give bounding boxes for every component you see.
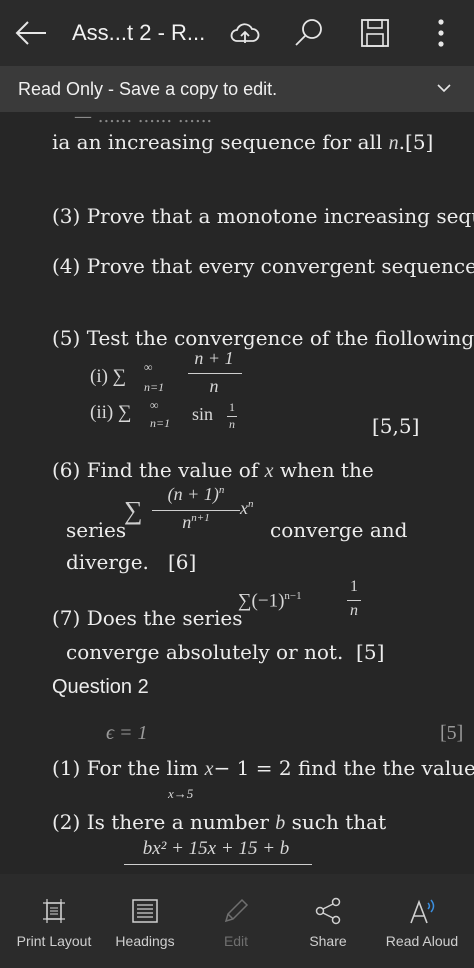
q22-numerator: bx² + 15x + 15 + b — [142, 838, 290, 859]
question-6: (6) Find the value of x when the — [52, 458, 374, 482]
document-content: ︶— ...... ...... ...... ia an increasing… — [0, 112, 474, 874]
q7-denominator: n — [350, 602, 358, 619]
share-icon — [315, 897, 341, 925]
q5-i-sup: ∞ — [144, 360, 153, 374]
q5-marks: [5,5] — [372, 414, 420, 438]
app-bar: Ass...t 2 - R... — [0, 0, 474, 66]
q21-limit-sub: x→5 — [168, 786, 194, 801]
edit-icon — [224, 898, 249, 923]
question-5: (5) Test the convergence of the fiollowi… — [52, 326, 474, 350]
question-3: (3) Prove that a monotone increasing seq… — [52, 204, 474, 228]
headings-icon — [132, 899, 158, 923]
q5-i-sub: n=1 — [144, 380, 165, 394]
q5-i-denominator: n — [209, 376, 219, 396]
read-only-message: Read Only - Save a copy to edit. — [18, 79, 278, 99]
read-aloud-icon — [410, 899, 435, 924]
q6-numerator: (n + 1)n — [167, 484, 225, 504]
chevron-down-icon[interactable] — [436, 82, 452, 94]
q22-fraction-bar — [124, 864, 312, 865]
q5-i-fraction-bar — [188, 373, 242, 374]
q7-line-2: converge absolutely or not. [5] — [66, 640, 385, 664]
q7-numerator: 1 — [350, 578, 358, 595]
headings-button[interactable]: Headings — [100, 874, 190, 968]
question-7: (7) Does the series — [52, 606, 243, 630]
question-5-i: (i) ∑ — [90, 366, 127, 387]
clipped-previous-line: ︶— ...... ...... ...... — [56, 112, 213, 127]
q6-diverge: diverge. [6] — [66, 550, 197, 574]
print-layout-button[interactable]: Print Layout — [6, 874, 102, 968]
q6-x-power: xn — [240, 498, 254, 518]
q6-denominator: nn+1 — [182, 512, 210, 532]
q5-ii-sup: ∞ — [150, 398, 159, 412]
q5-ii-sin: sin — [192, 404, 214, 424]
q6-fraction-bar — [152, 510, 240, 511]
read-only-banner[interactable]: Read Only - Save a copy to edit. — [0, 66, 474, 112]
q6-sum-symbol: ∑ — [124, 496, 143, 525]
epsilon-line: ϵ = 1 — [106, 722, 148, 744]
question-4: (4) Prove that every convergent sequence… — [52, 254, 474, 278]
q5-ii-numerator: 1 — [229, 400, 235, 414]
document-title[interactable]: Ass...t 2 - R... — [72, 20, 205, 46]
save-icon[interactable] — [358, 16, 392, 50]
q5-ii-denominator: n — [229, 417, 235, 431]
cloud-upload-icon[interactable] — [228, 16, 262, 50]
print-layout-icon — [43, 899, 65, 923]
question-5-ii: (ii) ∑ — [90, 402, 132, 423]
more-options-icon[interactable] — [424, 16, 458, 50]
doc-line-top: ia an increasing sequence for all n.[5] — [52, 130, 434, 154]
q7-expression: ∑(−1)n−1 — [238, 590, 302, 612]
edit-button[interactable]: Edit — [196, 874, 276, 968]
back-arrow-icon[interactable] — [14, 18, 48, 48]
q6-converge: converge and — [270, 518, 408, 542]
question-2-1: (1) For the lim x− 1 = 2 find the the va… — [52, 756, 474, 780]
q7-fraction-bar — [347, 600, 361, 601]
q5-ii-sub: n=1 — [150, 416, 171, 430]
question-2-heading: Question 2 — [52, 676, 149, 698]
search-icon[interactable] — [292, 16, 326, 50]
epsilon-marks: [5] — [440, 722, 464, 744]
share-button[interactable]: Share — [288, 874, 368, 968]
bottom-toolbar: Print Layout Headings Edit Share Read Al… — [0, 874, 474, 968]
q6-series-label: series — [66, 518, 127, 542]
q5-i-numerator: n + 1 — [194, 348, 234, 368]
read-aloud-button[interactable]: Read Aloud — [376, 874, 468, 968]
question-2-2: (2) Is there a number b such that — [52, 810, 387, 834]
